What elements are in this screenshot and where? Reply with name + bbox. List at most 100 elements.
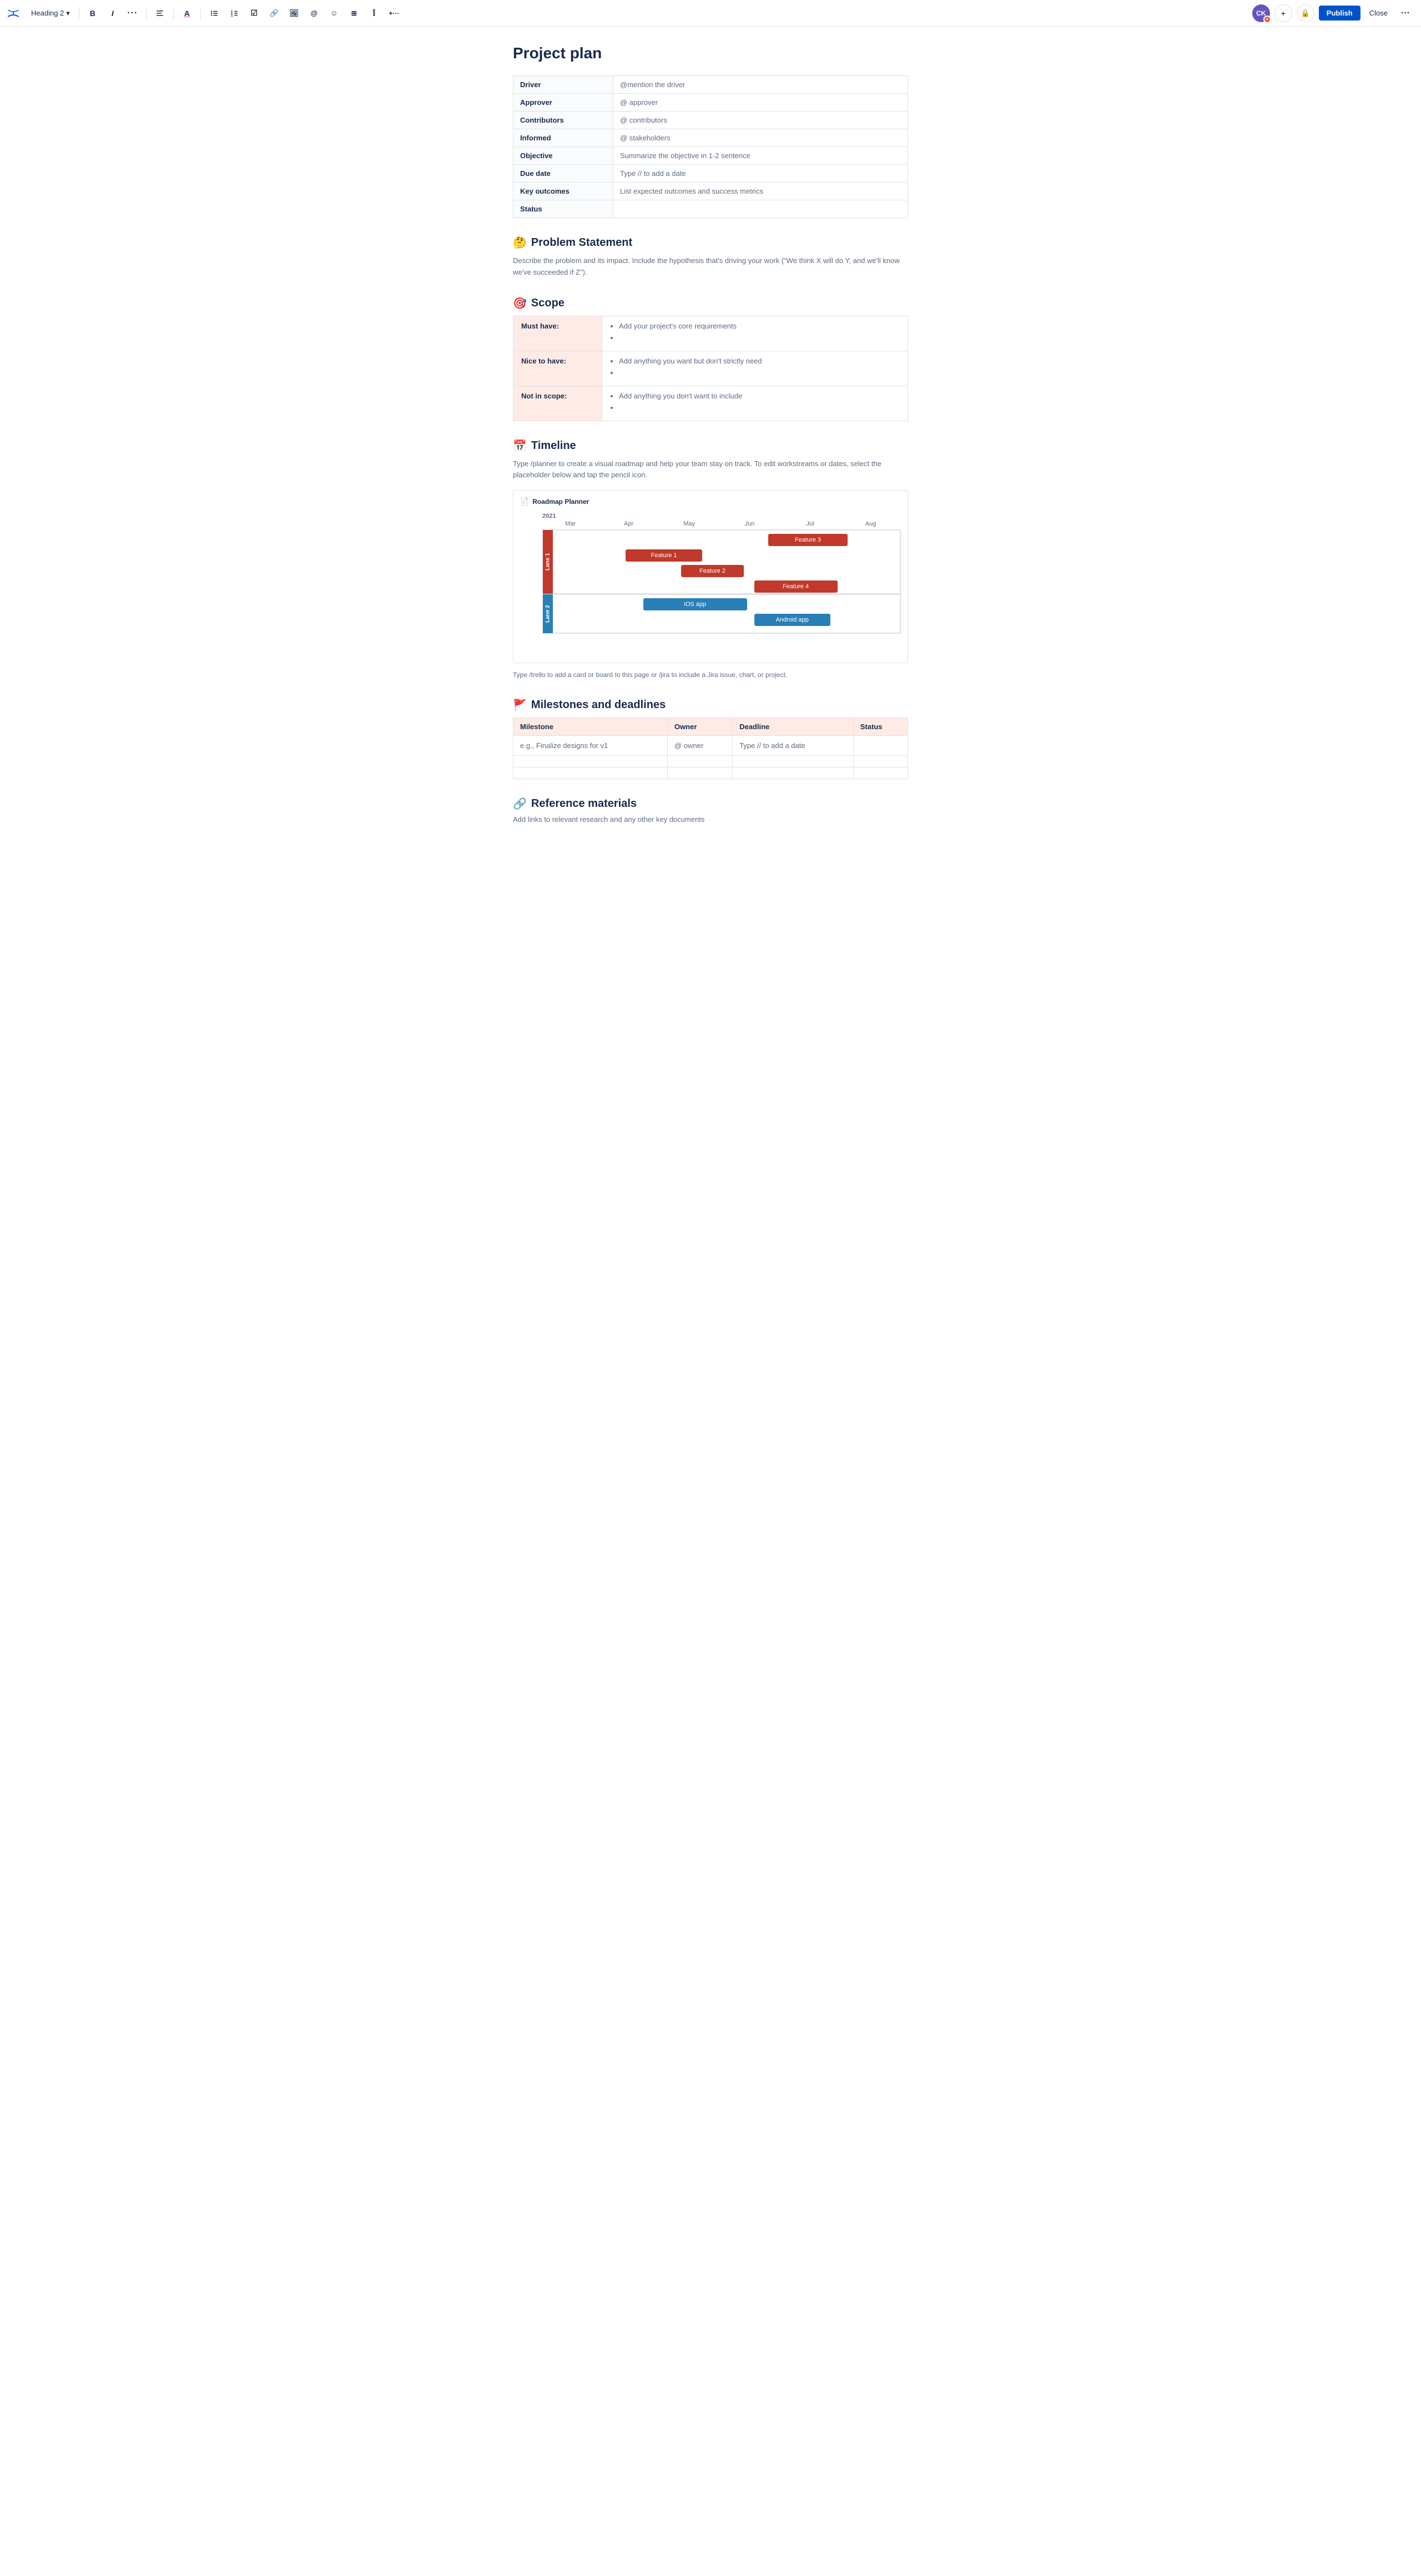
reference-heading-text[interactable]: Reference materials <box>531 797 637 810</box>
lane-2-content: iOS app Android app <box>553 594 900 633</box>
roadmap-header: 📄 Roadmap Planner <box>520 497 901 506</box>
milestones-milestone[interactable] <box>513 756 668 767</box>
text-color-button[interactable]: A <box>178 4 196 22</box>
scope-heading-text[interactable]: Scope <box>531 297 565 310</box>
info-value[interactable]: @ stakeholders <box>613 129 908 147</box>
table-button[interactable]: ⊞ <box>345 4 363 22</box>
milestones-deadline[interactable] <box>733 756 854 767</box>
page-title[interactable]: Project plan <box>513 44 908 62</box>
scope-items[interactable]: Add anything you don't want to include <box>602 386 908 421</box>
info-label: Objective <box>513 147 613 165</box>
feature-2-bar: Feature 2 <box>681 565 744 577</box>
scope-item[interactable] <box>619 403 900 412</box>
info-value[interactable]: Type // to add a date <box>613 165 908 183</box>
timeline-note: Type /trello to add a card or board to t… <box>513 670 908 680</box>
scope-items[interactable]: Add anything you want but don't strictly… <box>602 351 908 386</box>
confluence-logo[interactable] <box>7 7 20 20</box>
timeline-heading-text[interactable]: Timeline <box>531 440 576 452</box>
scope-label: Not in scope: <box>513 386 602 421</box>
info-label: Contributors <box>513 112 613 129</box>
scope-item[interactable] <box>619 334 900 342</box>
roadmap-planner-container[interactable]: 📄 Roadmap Planner 2021 MarAprMayJunJulAu… <box>513 490 908 663</box>
toolbar-divider-4 <box>200 7 201 20</box>
publish-button[interactable]: Publish <box>1319 6 1360 21</box>
info-value[interactable] <box>613 200 908 218</box>
scope-item[interactable]: Add your project's core requirements <box>619 322 900 330</box>
info-table-row: ObjectiveSummarize the objective in 1-2 … <box>513 147 908 165</box>
info-value[interactable]: @ contributors <box>613 112 908 129</box>
insert-more-button[interactable]: +··· <box>385 4 403 22</box>
info-table-row: Approver@ approver <box>513 94 908 112</box>
lane-2-label: Lane 2 <box>543 594 553 633</box>
ios-app-bar: iOS app <box>643 598 748 610</box>
mention-button[interactable]: @ <box>305 4 323 22</box>
problem-description[interactable]: Describe the problem and its impact. Inc… <box>513 255 908 279</box>
options-button[interactable]: ··· <box>1397 4 1414 22</box>
scope-item[interactable]: Add anything you want but don't strictly… <box>619 357 900 365</box>
milestones-column-header: Status <box>853 718 908 736</box>
feature-3-bar: Feature 3 <box>768 534 848 546</box>
milestones-heading: 🚩 Milestones and deadlines <box>513 698 908 712</box>
milestones-deadline[interactable]: Type // to add a date <box>733 736 854 756</box>
info-value[interactable]: List expected outcomes and success metri… <box>613 183 908 200</box>
milestones-status[interactable] <box>853 736 908 756</box>
feature-3-label: Feature 3 <box>795 537 821 543</box>
info-table-row: Due dateType // to add a date <box>513 165 908 183</box>
toolbar-divider-3 <box>173 7 174 20</box>
reference-section: 🔗 Reference materials Add links to relev… <box>513 797 908 824</box>
more-formatting-button[interactable]: ··· <box>124 4 142 22</box>
avatar[interactable]: CK + <box>1252 4 1270 22</box>
info-value[interactable]: Summarize the objective in 1-2 sentence <box>613 147 908 165</box>
info-label: Informed <box>513 129 613 147</box>
milestones-status[interactable] <box>853 756 908 767</box>
scope-row: Must have: Add your project's core requir… <box>513 316 908 351</box>
lock-button[interactable]: 🔒 <box>1297 4 1314 22</box>
info-label: Approver <box>513 94 613 112</box>
android-app-bar: Android app <box>754 614 831 626</box>
task-button[interactable]: ☑ <box>245 4 263 22</box>
add-collaborator-button[interactable]: + <box>1274 4 1292 22</box>
roadmap-months: MarAprMayJunJulAug <box>542 521 901 527</box>
timeline-heading: 📅 Timeline <box>513 439 908 453</box>
scope-item[interactable] <box>619 368 900 377</box>
bullet-list-button[interactable] <box>205 4 223 22</box>
problem-heading-text[interactable]: Problem Statement <box>531 236 632 249</box>
link-button[interactable]: 🔗 <box>265 4 283 22</box>
align-button[interactable] <box>151 4 169 22</box>
heading-selector[interactable]: Heading 2 ▾ <box>27 7 74 20</box>
scope-table: Must have: Add your project's core requir… <box>513 316 908 421</box>
feature-4-label: Feature 4 <box>783 583 809 590</box>
scope-item[interactable]: Add anything you don't want to include <box>619 392 900 400</box>
roadmap-year: 2021 <box>542 513 901 519</box>
scope-label: Must have: <box>513 316 602 351</box>
italic-button[interactable]: I <box>104 4 122 22</box>
roadmap-label: Roadmap Planner <box>532 498 589 506</box>
milestones-milestone[interactable] <box>513 767 668 779</box>
feature-1-bar: Feature 1 <box>626 549 702 562</box>
info-value[interactable]: @mention the driver <box>613 76 908 94</box>
svg-text:3.: 3. <box>231 14 234 18</box>
feature-4-bar: Feature 4 <box>754 580 838 593</box>
scope-items[interactable]: Add your project's core requirements <box>602 316 908 351</box>
reference-description[interactable]: Add links to relevant research and any o… <box>513 815 908 824</box>
chart-padding <box>520 634 901 656</box>
scope-emoji: 🎯 <box>513 296 527 310</box>
milestones-deadline[interactable] <box>733 767 854 779</box>
bold-button[interactable]: B <box>84 4 102 22</box>
info-value[interactable]: @ approver <box>613 94 908 112</box>
milestones-status[interactable] <box>853 767 908 779</box>
columns-button[interactable]: ⫿ <box>365 4 383 22</box>
milestones-owner[interactable] <box>667 767 732 779</box>
milestones-owner[interactable]: @ owner <box>667 736 732 756</box>
close-button[interactable]: Close <box>1365 6 1392 21</box>
emoji-button[interactable]: ☺ <box>325 4 343 22</box>
milestones-milestone[interactable]: e.g., Finalize designs for v1 <box>513 736 668 756</box>
roadmap-month: Mar <box>542 521 598 527</box>
numbered-list-button[interactable]: 1. 2. 3. <box>225 4 243 22</box>
image-button[interactable]: 🖼 <box>285 4 303 22</box>
milestones-owner[interactable] <box>667 756 732 767</box>
feature-1-label: Feature 1 <box>651 552 677 559</box>
scope-row: Nice to have:Add anything you want but d… <box>513 351 908 386</box>
milestones-heading-text[interactable]: Milestones and deadlines <box>531 699 666 711</box>
scope-row: Not in scope: Add anything you don't want… <box>513 386 908 421</box>
